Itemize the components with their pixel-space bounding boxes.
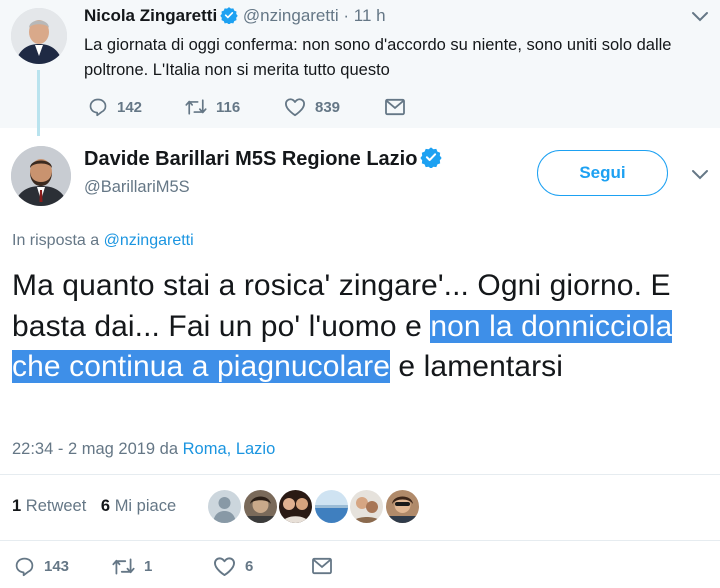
like-stat-label: Mi piace [114,497,177,515]
reply-button[interactable]: 142 [88,97,185,117]
parent-tweet-header: Nicola Zingaretti @nzingaretti · 11 h [84,6,386,29]
retweet-stat-label: Retweet [25,497,87,515]
tweet-text: Ma quanto stai a rosica' zingare'... Ogn… [12,266,712,388]
user-name-text: Davide Barillari M5S Regione Lazio [84,148,418,170]
avatar[interactable] [11,8,67,64]
like-stat-count: 6 [100,497,111,515]
tweet-metadata: 22:34 - 2 mag 2019 da Roma, Lazio [12,440,275,459]
heart-icon [284,98,305,117]
like-button[interactable]: 839 [284,97,384,117]
tweet-stats: 1 Retweet 6 Mi piace [12,497,176,516]
divider [0,474,720,475]
message-button[interactable] [384,98,406,116]
location-link[interactable]: Roma, Lazio [183,440,276,458]
reply-icon [15,557,34,576]
like-button[interactable]: 6 [213,556,311,577]
tweet-text: La giornata di oggi conferma: non sono d… [84,36,672,79]
liker-avatar[interactable] [279,490,312,523]
user-handle[interactable]: @nzingaretti [243,6,339,25]
follow-button[interactable]: Segui [537,150,668,196]
mail-icon [385,98,405,116]
reply-button[interactable]: 143 [14,556,112,577]
like-stat[interactable]: 6 Mi piace [101,497,176,515]
chevron-down-icon[interactable] [691,11,709,23]
liker-avatar[interactable] [243,490,277,523]
reply-prefix: In risposta a [12,232,100,249]
reply-count: 143 [44,557,70,575]
tweet-actions: 142 116 839 [88,96,406,118]
tweet-timestamp[interactable]: 22:34 - 2 mag 2019 da [12,440,178,458]
liker-avatars [208,490,421,523]
liker-avatar[interactable] [314,490,348,523]
separator-dot: · [343,6,350,25]
retweet-button[interactable]: 116 [185,97,284,117]
liker-avatar[interactable] [208,490,241,523]
retweet-button[interactable]: 1 [112,556,213,577]
message-button[interactable] [311,557,333,575]
like-count: 839 [315,98,341,116]
retweet-icon [112,558,135,574]
reply-context: In risposta a @nzingaretti [12,232,194,250]
like-count: 6 [245,557,254,575]
verified-badge-icon [420,146,443,174]
thread-connector [37,70,40,136]
tweet-time[interactable]: 11 h [354,6,386,25]
retweet-count: 116 [216,98,241,116]
mail-icon [312,557,332,575]
retweet-stat-count: 1 [12,497,22,515]
parent-tweet[interactable]: Nicola Zingaretti @nzingaretti · 11 h La… [0,0,720,136]
heart-icon [213,556,235,576]
user-name[interactable]: Davide Barillari M5S Regione Lazio [84,146,443,174]
avatar[interactable] [11,146,71,206]
divider [0,540,720,541]
reply-count: 142 [117,98,143,116]
retweet-stat[interactable]: 1 Retweet [12,497,86,515]
user-handle[interactable]: @BarillariM5S [84,178,190,197]
user-name[interactable]: Nicola Zingaretti [84,6,217,25]
verified-badge-icon [220,6,238,29]
reply-to-link[interactable]: @nzingaretti [104,232,194,249]
liker-avatar[interactable] [385,490,419,523]
retweet-icon [185,99,207,115]
retweet-count: 1 [144,557,153,575]
tweet-actions: 143 1 6 [14,554,333,578]
tweet-text-after: e lamentarsi [389,350,564,383]
reply-icon [89,98,107,117]
liker-avatar[interactable] [350,490,383,523]
chevron-down-icon[interactable] [691,169,709,181]
